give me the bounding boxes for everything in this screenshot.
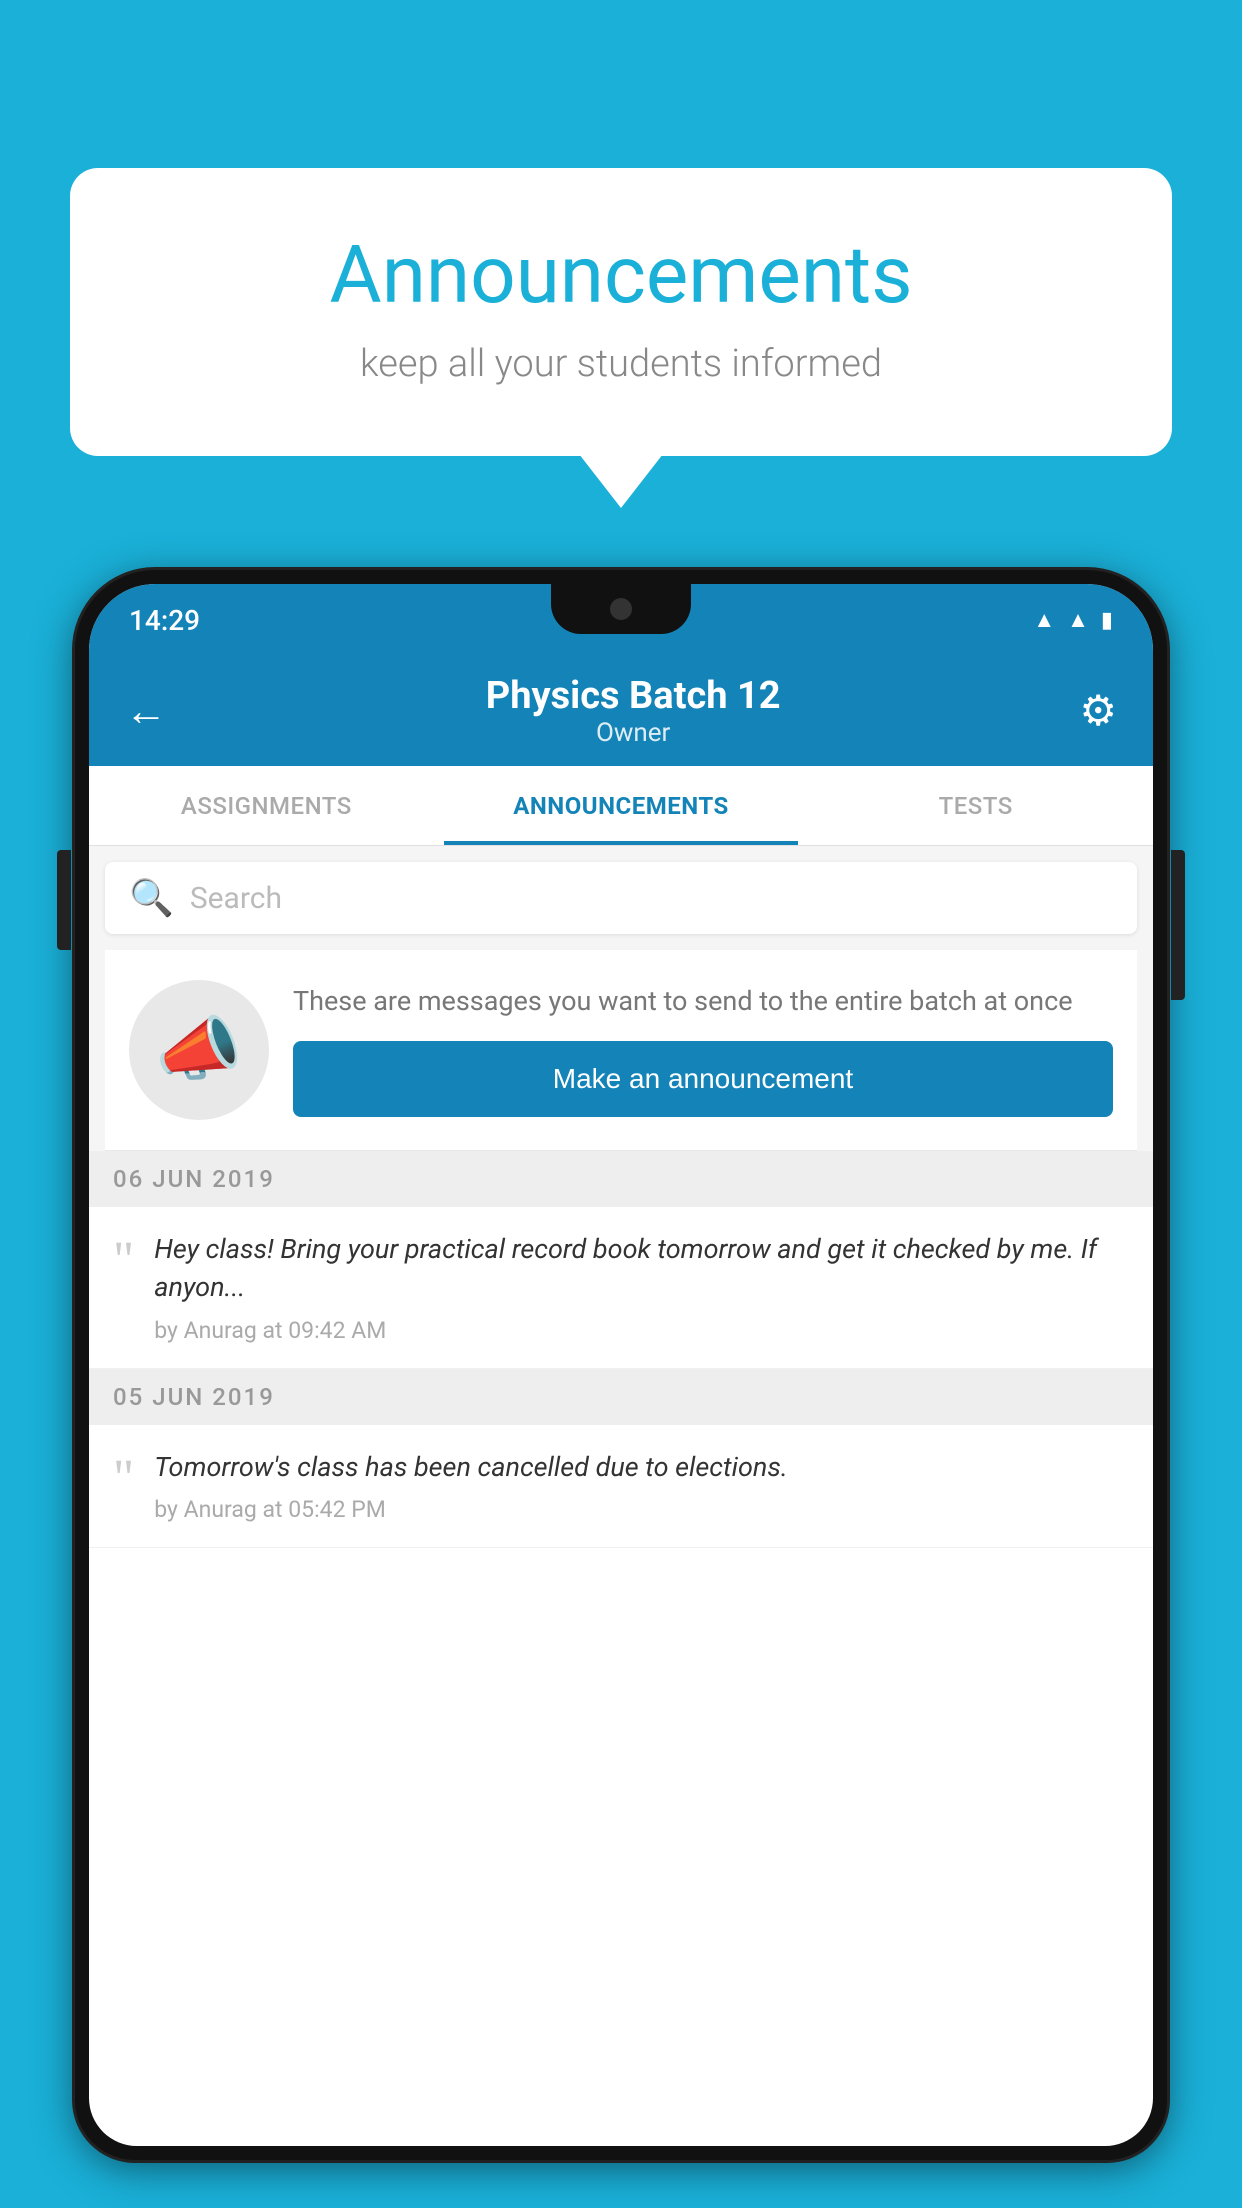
quote-icon-1: ": [113, 1235, 134, 1287]
make-announcement-button[interactable]: Make an announcement: [293, 1041, 1113, 1117]
back-button[interactable]: ←: [125, 687, 167, 736]
announcement-item-2[interactable]: " Tomorrow's class has been cancelled du…: [89, 1425, 1153, 1549]
app-bar-subtitle: Owner: [187, 718, 1079, 748]
search-icon: 🔍: [129, 877, 174, 919]
date-separator-2: 05 JUN 2019: [89, 1369, 1153, 1425]
app-bar: ← Physics Batch 12 Owner ⚙: [89, 656, 1153, 766]
content-area: 🔍 Search 📣 These are messages you want t…: [89, 846, 1153, 1548]
notch: [551, 584, 691, 634]
announcement-text-2: Tomorrow's class has been cancelled due …: [154, 1449, 1129, 1487]
announcement-meta-1: by Anurag at 09:42 AM: [154, 1317, 1129, 1344]
announcement-meta-2: by Anurag at 05:42 PM: [154, 1496, 1129, 1523]
tab-announcements[interactable]: ANNOUNCEMENTS: [444, 766, 799, 845]
status-time: 14:29: [129, 604, 200, 637]
empty-state: 📣 These are messages you want to send to…: [105, 950, 1137, 1151]
app-bar-title-container: Physics Batch 12 Owner: [187, 674, 1079, 748]
status-icons: [1033, 607, 1113, 633]
settings-icon[interactable]: ⚙: [1079, 686, 1117, 736]
tabs-bar: ASSIGNMENTS ANNOUNCEMENTS TESTS: [89, 766, 1153, 846]
announcement-text-1: Hey class! Bring your practical record b…: [154, 1231, 1129, 1307]
empty-state-right: These are messages you want to send to t…: [293, 983, 1113, 1117]
empty-icon-circle: 📣: [129, 980, 269, 1120]
megaphone-icon: 📣: [155, 1009, 242, 1091]
search-placeholder: Search: [190, 881, 282, 916]
phone-container: 14:29 ← Physics Batch 12 Owner ⚙: [75, 570, 1167, 2208]
status-bar: 14:29: [89, 584, 1153, 656]
camera-dot: [610, 598, 632, 620]
search-bar[interactable]: 🔍 Search: [105, 862, 1137, 934]
tab-assignments[interactable]: ASSIGNMENTS: [89, 766, 444, 845]
quote-icon-2: ": [113, 1453, 134, 1505]
tab-tests[interactable]: TESTS: [798, 766, 1153, 845]
wifi-icon: [1033, 607, 1055, 633]
announcement-item-1[interactable]: " Hey class! Bring your practical record…: [89, 1207, 1153, 1369]
speech-bubble-title: Announcements: [130, 228, 1112, 322]
speech-bubble: Announcements keep all your students inf…: [70, 168, 1172, 456]
announcement-content-2: Tomorrow's class has been cancelled due …: [154, 1449, 1129, 1524]
phone-screen: 14:29 ← Physics Batch 12 Owner ⚙: [89, 584, 1153, 2146]
date-separator-1: 06 JUN 2019: [89, 1151, 1153, 1207]
speech-bubble-subtitle: keep all your students informed: [130, 342, 1112, 386]
speech-bubble-container: Announcements keep all your students inf…: [70, 168, 1172, 456]
battery-icon: [1101, 608, 1113, 633]
empty-state-description: These are messages you want to send to t…: [293, 983, 1113, 1021]
app-bar-title: Physics Batch 12: [187, 674, 1079, 718]
announcement-content-1: Hey class! Bring your practical record b…: [154, 1231, 1129, 1344]
phone-outer: 14:29 ← Physics Batch 12 Owner ⚙: [75, 570, 1167, 2160]
signal-icon: [1067, 607, 1089, 633]
